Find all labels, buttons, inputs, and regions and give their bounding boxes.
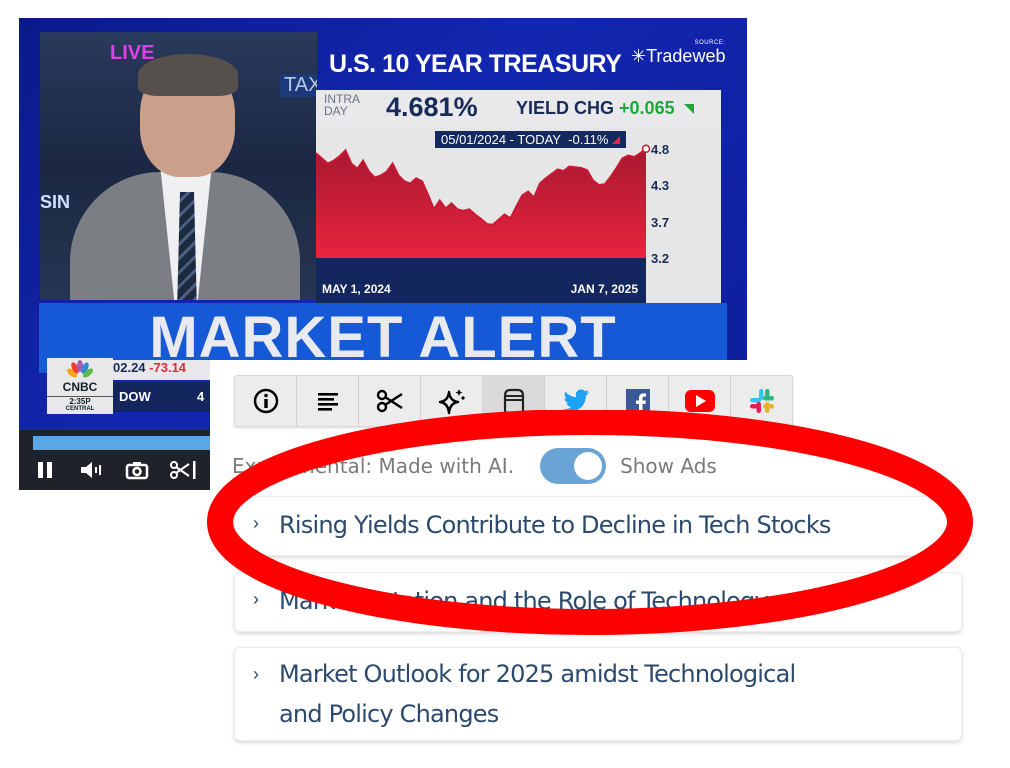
change-triangle-icon	[612, 136, 621, 144]
range-label-box: 05/01/2024 - TODAY -0.11%	[435, 131, 627, 148]
y-tick: 4.3	[651, 178, 670, 193]
share-youtube-button[interactable]	[669, 376, 731, 426]
twitter-icon	[562, 389, 589, 412]
topic-title: Market Outlook for 2025 amidst Technolog…	[279, 660, 796, 688]
range-change: -0.11%	[568, 132, 609, 147]
show-ads-toggle[interactable]	[540, 448, 607, 484]
current-yield-point	[641, 144, 651, 154]
toolbar	[234, 375, 793, 427]
transcript-button[interactable]	[297, 376, 359, 426]
toggle-knob	[574, 452, 603, 480]
yield-change-label: YIELD CHG	[516, 98, 615, 118]
tradeweb-star-icon: ✳	[631, 46, 647, 66]
volume-icon	[81, 462, 101, 478]
cnbc-logo-box: CNBC 2:35P CENTRAL	[47, 358, 113, 414]
topic-card[interactable]: › Market Outlook for 2025 amidst Technol…	[234, 647, 962, 741]
source-brand-text: Tradeweb	[646, 46, 726, 66]
yield-value: 4.681%	[386, 92, 478, 122]
topic-title-line2: and Policy Changes	[279, 700, 499, 728]
camera-icon	[125, 462, 149, 480]
ticker-change: -73.14	[149, 360, 187, 375]
text-align-left-icon	[317, 393, 338, 411]
cnbc-logo-text: CNBC	[62, 380, 98, 394]
facebook-icon	[625, 389, 650, 414]
yield-change-value: +0.065	[619, 98, 675, 118]
topic-card[interactable]: › Rising Yields Contribute to Decline in…	[234, 496, 962, 556]
topic-card[interactable]: › Market Rotation and the Role of Techno…	[234, 572, 962, 632]
background-sin-text: SIN	[40, 192, 71, 212]
ai-button[interactable]	[421, 376, 483, 426]
chart-end-date: JAN 7, 2025	[570, 282, 638, 296]
treasury-title: U.S. 10 YEAR TREASURY	[329, 50, 622, 78]
intraday-label-2: DAY	[324, 104, 348, 118]
experimental-row: Experimental: Made with AI. Show Ads	[232, 448, 717, 484]
slack-icon	[749, 389, 774, 413]
share-facebook-button[interactable]	[607, 376, 669, 426]
y-tick: 3.2	[651, 251, 670, 266]
ticker-value: 02.24	[113, 360, 146, 375]
scissors-icon	[376, 389, 403, 413]
yield-change: YIELD CHG +0.065	[516, 98, 694, 119]
clip-button[interactable]	[169, 460, 199, 486]
info-button[interactable]	[235, 376, 297, 426]
pause-button[interactable]	[35, 460, 55, 486]
source-brand: ✳Tradeweb	[631, 46, 725, 66]
anchor-hair	[138, 54, 238, 96]
archive-button[interactable]	[483, 376, 545, 426]
screenshot-button[interactable]	[125, 460, 149, 486]
clock-time: 2:35P	[69, 397, 91, 406]
ticker-bottom: DOW 4	[113, 382, 213, 412]
pause-icon	[38, 462, 52, 478]
share-slack-button[interactable]	[731, 376, 792, 426]
show-ads-label: Show Ads	[620, 454, 717, 478]
clip-tool-button[interactable]	[359, 376, 421, 426]
scissors-icon	[170, 461, 196, 479]
y-tick: 3.7	[651, 215, 670, 230]
ticker-top: 02.24 -73.14	[113, 360, 213, 380]
sparkle-icon	[438, 389, 465, 415]
up-triangle-icon	[683, 104, 694, 114]
y-tick: 4.8	[651, 142, 670, 157]
quote-box: INTRA DAY 4.681% YIELD CHG +0.065	[316, 90, 721, 126]
ticker-index-name: DOW	[119, 389, 151, 404]
range-label: 05/01/2024 - TODAY	[441, 132, 561, 147]
side-panel: Experimental: Made with AI. Show Ads › R…	[210, 360, 1010, 768]
experimental-label: Experimental: Made with AI.	[232, 454, 515, 478]
background-taxx-sign: TAXX	[280, 74, 317, 97]
chevron-right-icon: ›	[253, 589, 259, 609]
share-twitter-button[interactable]	[545, 376, 607, 426]
topic-title: Rising Yields Contribute to Decline in T…	[279, 511, 831, 539]
volume-button[interactable]	[79, 460, 105, 486]
youtube-icon	[684, 390, 715, 412]
info-icon	[253, 388, 278, 414]
ticker-index-value: 4	[197, 389, 205, 404]
topic-title: Market Rotation and the Role of Technolo…	[279, 587, 769, 615]
chart-date-bar: MAY 1, 2024 JAN 7, 2025	[316, 258, 646, 303]
chart-start-date: MAY 1, 2024	[322, 282, 391, 296]
clock-zone: CENTRAL	[65, 406, 95, 412]
chevron-right-icon: ›	[253, 664, 259, 684]
source-tradeweb: SOURCE: ✳Tradeweb	[631, 40, 725, 67]
broadcast-clock: 2:35P CENTRAL	[47, 396, 113, 412]
intraday-label: INTRA DAY	[324, 93, 360, 117]
anchor-image: LIVE TAXX SIN	[40, 32, 317, 300]
chevron-right-icon: ›	[253, 513, 259, 533]
anchor-tie	[177, 192, 197, 300]
cnbc-peacock-icon	[67, 360, 93, 378]
archive-box-icon	[503, 388, 524, 415]
